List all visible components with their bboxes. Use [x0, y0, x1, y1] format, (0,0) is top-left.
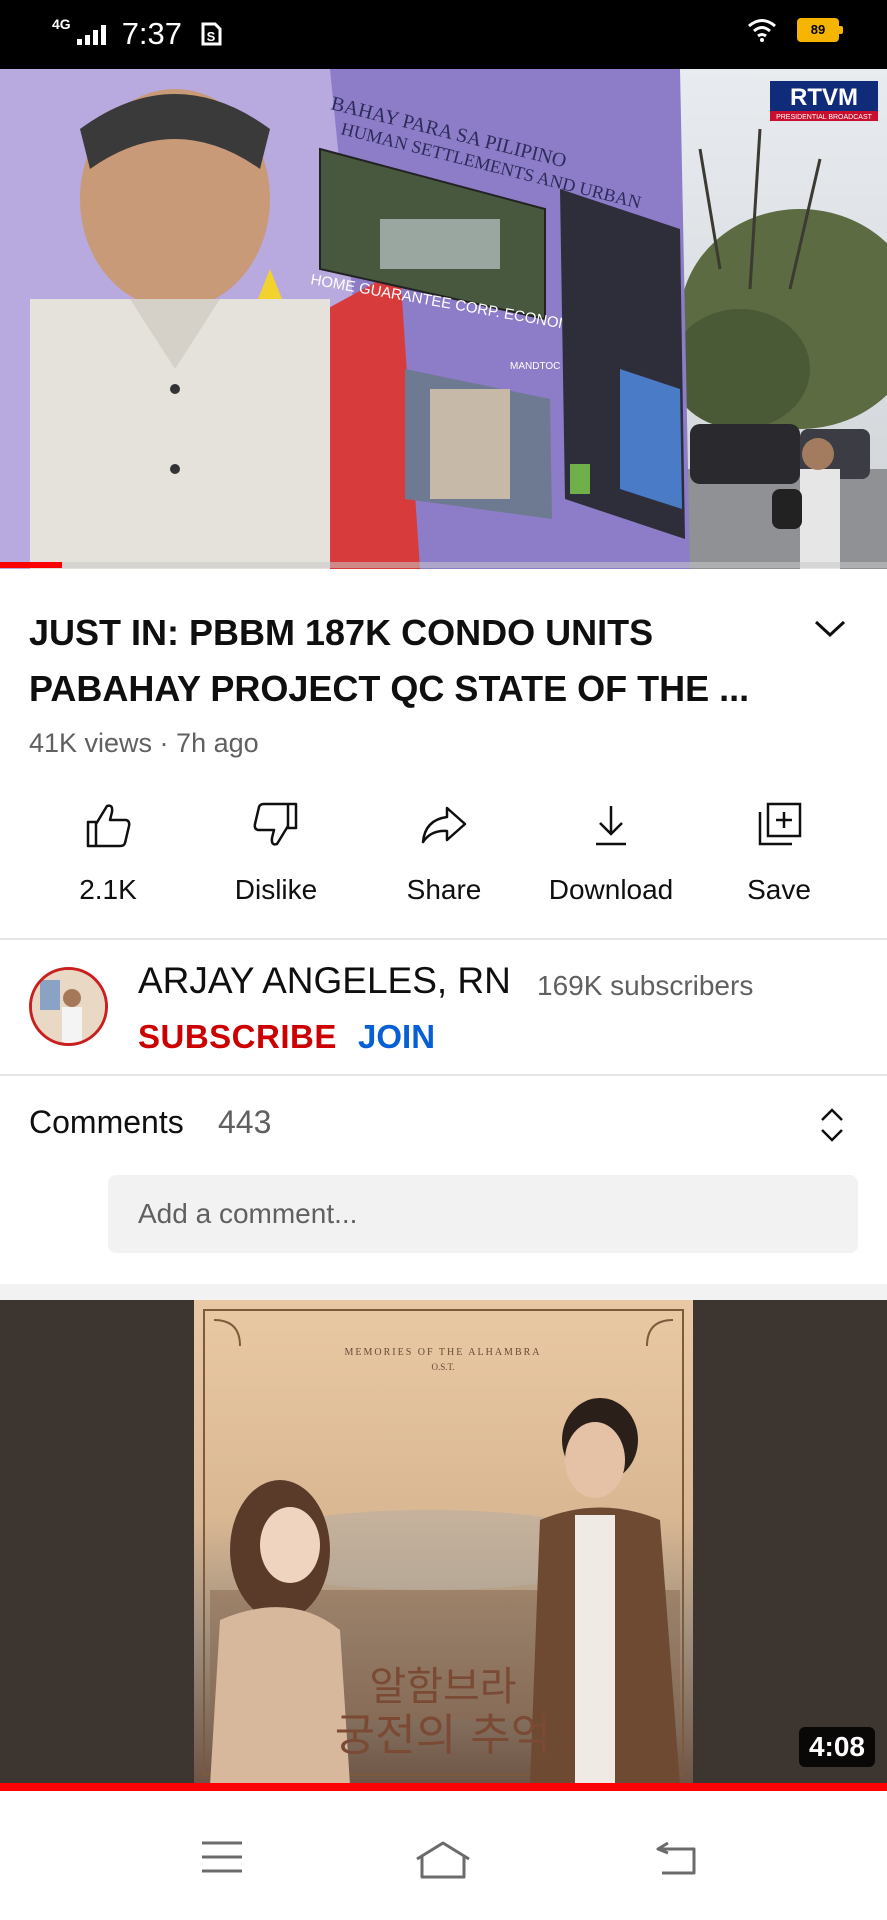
thumbs-up-icon: [86, 804, 131, 848]
channel-name[interactable]: ARJAY ANGELES, RN: [138, 960, 511, 1002]
comments-count: 443: [218, 1104, 272, 1140]
video-progress-bar[interactable]: [0, 562, 887, 568]
save-button[interactable]: Save: [699, 800, 859, 906]
poster-image: MEMORIES OF THE ALHAMBRA O.S.T. 알함브라 궁전의…: [194, 1300, 693, 1785]
avatar-image: [32, 970, 105, 1043]
svg-text:S: S: [207, 29, 216, 44]
next-video-progress: [0, 1783, 887, 1791]
video-player[interactable]: BAHAY PARA SA PILIPINO HUMAN SETTLEMENTS…: [0, 69, 887, 569]
divider: [0, 1074, 887, 1076]
action-bar: 2.1K Dislike Share Download Save: [0, 800, 887, 920]
status-bar: 4G 7:37 S 89: [0, 0, 887, 69]
download-button[interactable]: Download: [531, 800, 691, 906]
expand-collapse-icon[interactable]: [819, 1107, 845, 1143]
subscribe-button[interactable]: SUBSCRIBE: [138, 1018, 337, 1056]
poster-title-2: 궁전의 추억: [335, 1710, 551, 1761]
subscriber-count: 169K subscribers: [537, 970, 754, 1001]
clock: 7:37: [121, 16, 183, 51]
video-progress-fill: [0, 562, 63, 568]
divider: [0, 938, 887, 940]
poster-title-1: 알함브라: [369, 1664, 516, 1710]
channel-avatar[interactable]: [29, 967, 108, 1046]
like-count: 2.1K: [79, 874, 137, 905]
video-meta: 41K views · 7h ago: [29, 728, 259, 758]
share-button[interactable]: Share: [364, 800, 524, 906]
comment-input[interactable]: Add a comment...: [108, 1175, 858, 1253]
share-label: Share: [406, 874, 482, 905]
sim-icon: S: [201, 22, 222, 46]
chevron-down-icon: [814, 620, 846, 638]
thumbs-down-icon: [253, 802, 298, 846]
status-right: 89: [747, 18, 843, 42]
network-type: 4G: [52, 16, 71, 32]
home-icon[interactable]: [414, 1839, 472, 1879]
battery-icon: 89: [797, 18, 843, 42]
like-button[interactable]: 2.1K: [28, 800, 188, 906]
join-button[interactable]: JOIN: [358, 1018, 435, 1056]
wifi-icon: [748, 19, 776, 42]
system-nav-bar: [0, 1791, 887, 1920]
rtvm-sub: PRESIDENTIAL BROADCAST: [776, 114, 873, 121]
poster-caption: MEMORIES OF THE ALHAMBRA: [345, 1347, 542, 1358]
comments-section[interactable]: Comments 443 Add a comment...: [0, 1077, 887, 1282]
expand-description-button[interactable]: [813, 618, 847, 645]
back-icon[interactable]: [654, 1839, 700, 1875]
menu-icon[interactable]: [200, 1839, 244, 1875]
download-label: Download: [548, 874, 674, 905]
next-video-thumbnail[interactable]: MEMORIES OF THE ALHAMBRA O.S.T. 알함브라 궁전의…: [0, 1300, 887, 1785]
add-to-playlist-icon: [758, 802, 802, 846]
rtvm-logo: RTVM: [790, 84, 858, 111]
signal-icon: [76, 23, 106, 45]
dislike-button[interactable]: Dislike: [196, 800, 356, 906]
poster-ost: O.S.T.: [431, 1362, 454, 1372]
channel-row: ARJAY ANGELES, RN 169K subscribers SUBSC…: [0, 942, 887, 1072]
download-icon: [596, 806, 626, 846]
video-duration: 4:08: [798, 1727, 875, 1767]
share-icon: [421, 806, 467, 844]
save-label: Save: [747, 874, 811, 905]
comments-label: Comments: [29, 1104, 184, 1140]
video-title: JUST IN: PBBM 187K CONDO UNITS PABAHAY P…: [29, 612, 750, 709]
video-frame: BAHAY PARA SA PILIPINO HUMAN SETTLEMENTS…: [0, 69, 887, 569]
status-left: 4G 7:37 S: [52, 16, 222, 52]
dislike-label: Dislike: [234, 874, 318, 905]
video-title-block[interactable]: JUST IN: PBBM 187K CONDO UNITS PABAHAY P…: [29, 605, 789, 717]
billboard-label-2: MANDTOC: [510, 361, 560, 372]
